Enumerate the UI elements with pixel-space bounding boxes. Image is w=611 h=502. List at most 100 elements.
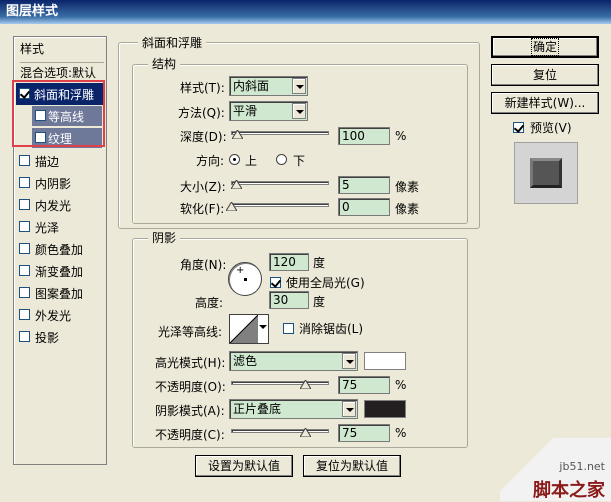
style-item-pattern-overlay[interactable]: 图案叠加 (19, 282, 99, 304)
shading-title: 阴影 (148, 229, 181, 246)
depth-slider[interactable] (231, 131, 329, 135)
highlight-opacity-unit: % (395, 378, 407, 392)
altitude-input[interactable]: 30 (269, 291, 309, 309)
color-overlay-label: 颜色叠加 (35, 243, 84, 257)
preview-checkbox[interactable] (513, 122, 524, 133)
angle-dial-center (244, 278, 247, 281)
bevel-emboss-title: 斜面和浮雕 (138, 34, 207, 51)
reset-button[interactable]: 复位 (491, 64, 599, 86)
highlight-color-swatch[interactable] (364, 352, 406, 370)
size-label: 大小(Z): (180, 180, 226, 194)
inner-glow-label: 内发光 (35, 199, 72, 213)
soften-label: 软化(F): (180, 202, 225, 216)
soften-slider[interactable] (231, 203, 329, 207)
angle-input[interactable]: 120 (269, 253, 309, 271)
chevron-down-icon[interactable] (342, 353, 356, 369)
chevron-down-icon[interactable] (259, 325, 267, 329)
highlight-box (12, 80, 105, 147)
style-item-inner-glow[interactable]: 内发光 (19, 194, 99, 216)
set-default-button[interactable]: 设置为默认值 (195, 455, 293, 477)
shadow-opacity-input[interactable]: 75 (338, 424, 390, 442)
chevron-down-icon[interactable] (292, 78, 306, 94)
style-item-color-overlay[interactable]: 颜色叠加 (19, 238, 99, 260)
altitude-unit: 度 (313, 295, 326, 309)
direction-down-label[interactable]: 下 (293, 152, 305, 169)
shadow-opacity-thumb[interactable] (300, 428, 311, 437)
ok-button[interactable]: 确定 (491, 36, 599, 58)
style-item-outer-glow[interactable]: 外发光 (19, 304, 99, 326)
shadow-mode-select[interactable]: 正片叠底 (229, 399, 358, 419)
size-slider[interactable] (231, 181, 329, 185)
soften-input[interactable]: 0 (338, 198, 390, 216)
highlight-opacity-thumb[interactable] (300, 380, 311, 389)
angle-label: 角度(N): (180, 258, 227, 272)
style-preview-thumbnail (514, 142, 578, 204)
gloss-contour-picker[interactable] (229, 314, 269, 344)
style-select[interactable]: 内斜面 (229, 76, 308, 96)
angle-unit: 度 (313, 256, 326, 270)
shadow-mode-label: 阴影模式(A): (155, 404, 225, 418)
pattern-overlay-label: 图案叠加 (35, 287, 84, 301)
pattern-overlay-checkbox[interactable] (19, 287, 30, 298)
style-item-inner-shadow[interactable]: 内阴影 (19, 172, 99, 194)
blend-options-item[interactable]: 混合选项:默认 (20, 62, 104, 81)
new-style-button[interactable]: 新建样式(W)... (491, 92, 599, 114)
outer-glow-label: 外发光 (35, 309, 72, 323)
outer-glow-checkbox[interactable] (19, 309, 30, 320)
style-item-satin[interactable]: 光泽 (19, 216, 99, 238)
style-item-drop-shadow[interactable]: 投影 (19, 326, 99, 348)
depth-input[interactable]: 100 (338, 127, 390, 145)
chevron-down-icon[interactable] (342, 401, 356, 417)
preview-label[interactable]: 预览(V) (530, 119, 572, 136)
reset-default-button[interactable]: 复位为默认值 (303, 455, 401, 477)
technique-label: 方法(Q): (178, 106, 225, 120)
style-select-value: 内斜面 (233, 79, 270, 93)
technique-select-value: 平滑 (233, 104, 258, 118)
soften-slider-thumb[interactable] (226, 202, 237, 211)
color-overlay-checkbox[interactable] (19, 243, 30, 254)
style-list-header[interactable]: 样式 (20, 40, 44, 57)
stroke-label: 描边 (35, 155, 60, 169)
direction-label: 方向: (196, 154, 225, 168)
gradient-overlay-checkbox[interactable] (19, 265, 30, 276)
technique-select[interactable]: 平滑 (229, 101, 308, 121)
shadow-opacity-unit: % (395, 426, 407, 440)
global-light-checkbox[interactable] (270, 277, 281, 288)
global-light-label[interactable]: 使用全局光(G) (286, 274, 365, 291)
highlight-opacity-input[interactable]: 75 (338, 376, 390, 394)
shadow-color-swatch[interactable] (364, 400, 406, 418)
watermark: jb51.net 脚本之家 (500, 438, 611, 501)
style-item-gradient-overlay[interactable]: 渐变叠加 (19, 260, 99, 282)
gradient-overlay-label: 渐变叠加 (35, 265, 84, 279)
depth-label: 深度(D): (180, 130, 227, 144)
angle-dial[interactable]: + (228, 262, 262, 296)
chevron-down-icon[interactable] (292, 103, 306, 119)
direction-up-radio[interactable] (229, 154, 240, 165)
direction-up-label[interactable]: 上 (245, 152, 257, 169)
ok-button-label: 确定 (530, 38, 560, 56)
stroke-checkbox[interactable] (19, 155, 30, 166)
size-slider-thumb[interactable] (231, 180, 242, 189)
satin-checkbox[interactable] (19, 221, 30, 232)
drop-shadow-checkbox[interactable] (19, 331, 30, 342)
inner-glow-checkbox[interactable] (19, 199, 30, 210)
style-item-stroke[interactable]: 描边 (19, 150, 99, 172)
highlight-mode-select[interactable]: 滤色 (229, 351, 358, 371)
inner-shadow-checkbox[interactable] (19, 177, 30, 188)
shadow-opacity-slider[interactable] (231, 429, 329, 433)
highlight-opacity-label: 不透明度(O): (155, 380, 226, 394)
antialias-label[interactable]: 消除锯齿(L) (299, 320, 363, 337)
highlight-opacity-slider[interactable] (231, 381, 329, 385)
direction-down-radio[interactable] (276, 154, 287, 165)
style-label: 样式(T): (180, 81, 225, 95)
contour-preview-icon (230, 315, 258, 343)
window-title: 图层样式 (6, 4, 59, 19)
crosshair-icon: + (236, 265, 245, 276)
size-input[interactable]: 5 (338, 176, 390, 194)
depth-unit: % (395, 129, 407, 143)
antialias-checkbox[interactable] (283, 323, 294, 334)
size-unit: 像素 (395, 180, 420, 194)
preview-swatch-icon (530, 158, 562, 188)
depth-slider-thumb[interactable] (232, 130, 243, 139)
highlight-mode-label: 高光模式(H): (155, 356, 226, 370)
